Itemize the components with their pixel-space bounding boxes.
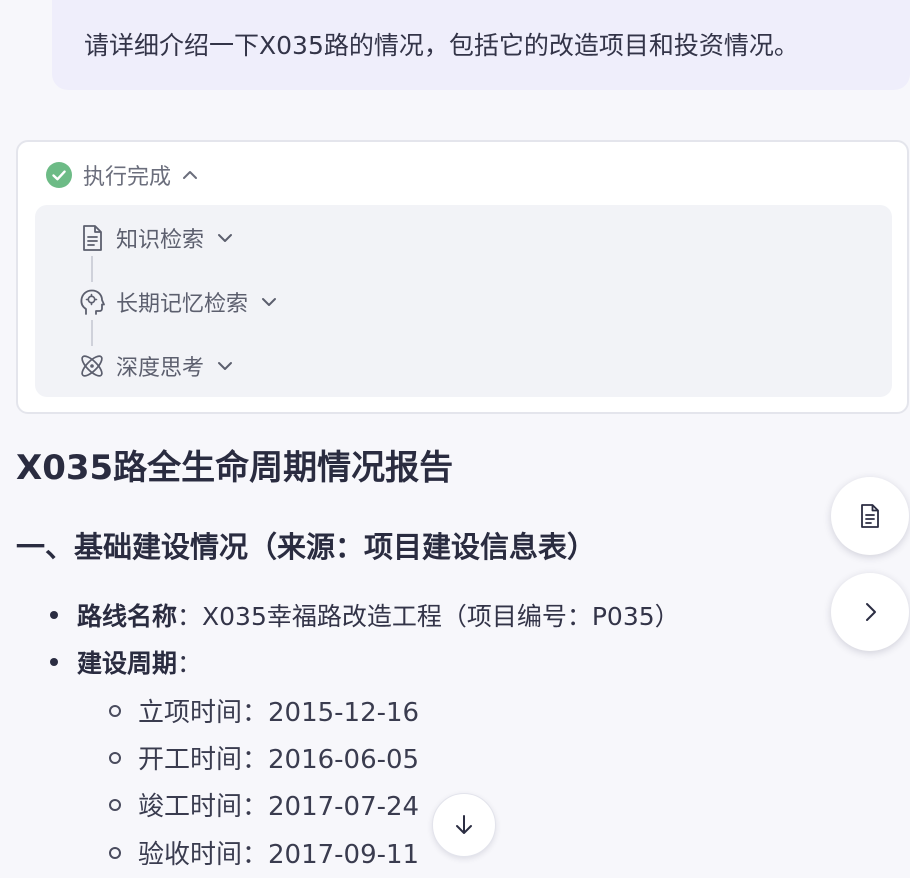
execution-steps: 知识检索 长期记忆检索 深度思考 (35, 205, 892, 397)
scroll-to-bottom-button[interactable] (432, 793, 496, 857)
date-text: 验收时间：2017-09-11 (138, 840, 420, 870)
list-item-construction-period: 建设周期 ： (50, 644, 202, 680)
chevron-right-icon (866, 603, 876, 621)
chevron-down-icon (218, 234, 233, 242)
user-message-text: 请详细介绍一下X035路的情况，包括它的改造项目和投资情况。 (84, 31, 799, 60)
step-connector (91, 256, 93, 282)
execution-status-toggle[interactable]: 执行完成 (46, 160, 199, 190)
document-icon (861, 504, 879, 528)
date-text: 竣工时间：2017-07-24 (138, 792, 420, 822)
bullet-dot (50, 658, 58, 666)
list-item-route-name: 路线名称 ：X035幸福路改造工程（项目编号：P035） (50, 597, 680, 633)
step-deep-thinking[interactable]: 深度思考 (77, 350, 234, 382)
sub-list-item: 开工时间：2016-06-05 (109, 739, 419, 776)
step-label: 长期记忆检索 (116, 292, 249, 317)
step-label: 深度思考 (116, 356, 205, 381)
sub-list-item: 竣工时间：2017-07-24 (109, 786, 419, 823)
step-knowledge-search[interactable]: 知识检索 (77, 222, 234, 254)
user-message-bubble: 请详细介绍一下X035路的情况，包括它的改造项目和投资情况。 (52, 0, 910, 90)
report-title: X035路全生命周期情况报告 (16, 448, 454, 488)
route-name-value: ：X035幸福路改造工程（项目编号：P035） (177, 602, 680, 631)
expand-panel-button[interactable] (831, 573, 909, 651)
period-colon: ： (177, 649, 203, 678)
arrow-down-icon (456, 815, 472, 834)
step-label: 知识检索 (116, 228, 205, 253)
execution-panel: 执行完成 知识检索 长期记忆检索 深度思考 (16, 140, 909, 414)
bullet-circle (109, 798, 121, 811)
execution-status-label: 执行完成 (83, 165, 172, 190)
bullet-dot (50, 611, 58, 619)
document-view-button[interactable] (831, 477, 909, 555)
period-label: 建设周期 (77, 649, 178, 678)
sub-list-item: 立项时间：2015-12-16 (109, 692, 419, 729)
bullet-circle (109, 751, 121, 764)
atom-icon (81, 355, 103, 377)
section-title: 一、基础建设情况（来源：项目建设信息表） (16, 530, 597, 564)
check-circle-icon (46, 162, 72, 188)
chat-page: 请详细介绍一下X035路的情况，包括它的改造项目和投资情况。 执行完成 知识检索… (0, 0, 910, 878)
bullet-circle (109, 846, 121, 859)
sub-list-item: 验收时间：2017-09-11 (109, 834, 419, 871)
chevron-up-icon (183, 171, 198, 179)
date-text: 开工时间：2016-06-05 (138, 745, 420, 775)
route-name-label: 路线名称 (77, 602, 178, 631)
step-long-term-memory[interactable]: 长期记忆检索 (77, 286, 278, 318)
head-memory-icon (80, 289, 105, 315)
document-icon (83, 225, 102, 251)
bullet-circle (109, 704, 121, 717)
chevron-down-icon (262, 298, 277, 306)
date-text: 立项时间：2015-12-16 (138, 698, 420, 728)
step-connector (91, 320, 93, 346)
chevron-down-icon (218, 362, 233, 370)
